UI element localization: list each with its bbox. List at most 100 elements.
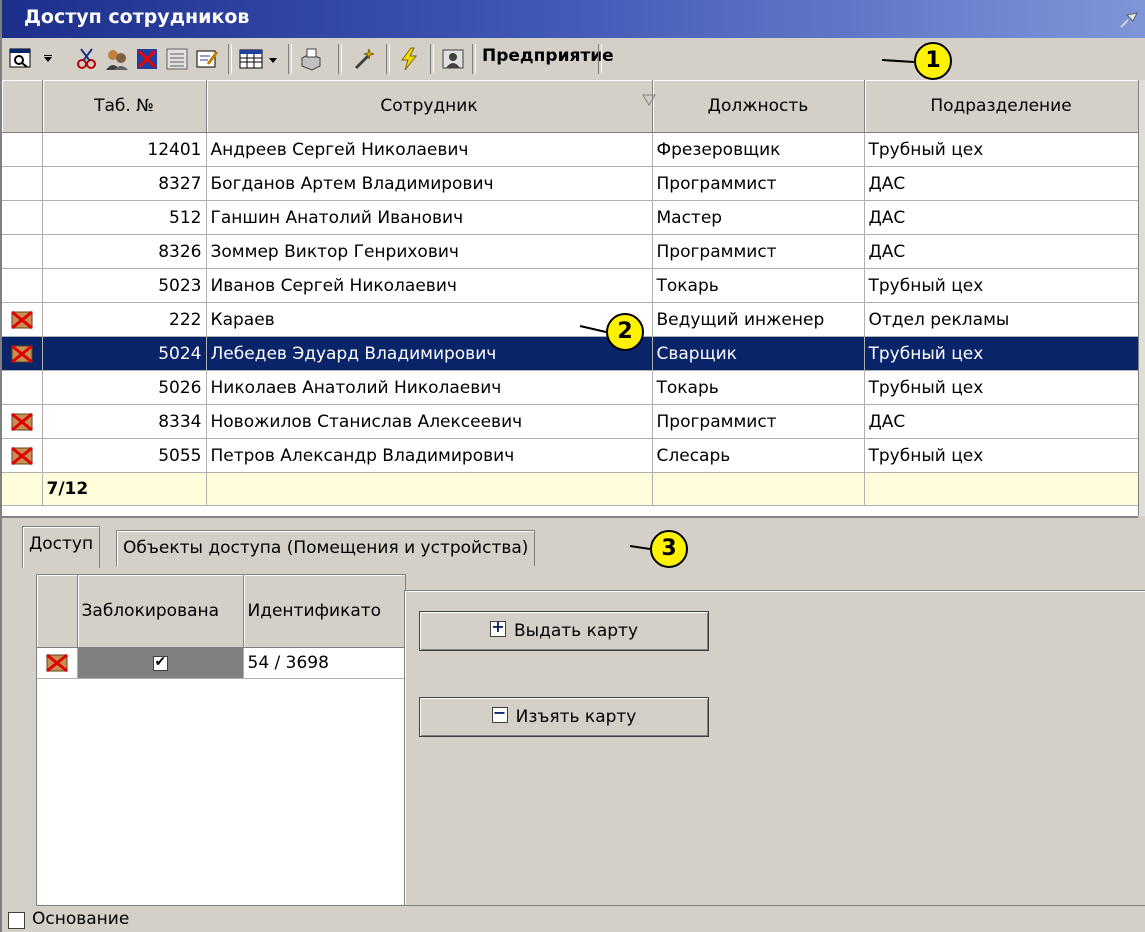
issue-card-label: Выдать карту xyxy=(513,621,639,641)
row-position: Программист xyxy=(652,234,865,269)
employee-row[interactable]: 5055 Петров Александр Владимирович Слесарь… xyxy=(2,438,1139,473)
delete-icon[interactable] xyxy=(134,46,160,72)
row-tab-number: 12401 xyxy=(42,132,207,167)
row-indicator xyxy=(2,166,43,201)
footer-cell xyxy=(206,472,653,506)
list-icon[interactable] xyxy=(164,46,190,72)
employee-row[interactable]: 5026 Николаев Анатолий Николаевич Токарь Тр… xyxy=(2,370,1139,405)
toolbar-separator xyxy=(288,44,292,74)
row-employee-name: Караев xyxy=(206,302,653,337)
row-indicator xyxy=(2,404,43,439)
row-employee-name: Петров Александр Владимирович xyxy=(206,438,653,473)
minus-icon: − xyxy=(491,703,508,723)
cards-indicator-header xyxy=(37,575,78,648)
column-blocked[interactable]: Заблокирована xyxy=(77,575,244,648)
employee-row[interactable]: 8327 Богданов Артем Владимирович Программи… xyxy=(2,166,1139,201)
card-blocked-cell: ✔ xyxy=(77,647,244,679)
callout-1: 1 xyxy=(914,42,952,80)
column-department[interactable]: Подразделение xyxy=(864,80,1139,133)
revoke-card-button[interactable]: − Изъять карту xyxy=(419,697,709,737)
row-position: Токарь xyxy=(652,268,865,303)
card-blocked-checkbox[interactable]: ✔ xyxy=(152,655,168,671)
dropdown-arrow-icon[interactable] xyxy=(40,46,56,72)
cut-employee-icon[interactable] xyxy=(74,46,100,72)
sort-down-icon[interactable] xyxy=(642,94,656,106)
employee-row[interactable]: 222 Караев Ведущий инженер Отдел рекламы xyxy=(2,302,1139,337)
row-department: Трубный цех xyxy=(864,336,1139,371)
row-indicator xyxy=(2,438,43,473)
row-employee-name: Андреев Сергей Николаевич xyxy=(206,132,653,167)
employee-row[interactable]: 5023 Иванов Сергей Николаевич Токарь Трубны… xyxy=(2,268,1139,303)
row-position: Программист xyxy=(652,404,865,439)
grid-scrollbar[interactable] xyxy=(1138,80,1145,516)
issue-card-button[interactable]: + Выдать карту xyxy=(419,611,709,651)
enterprise-icon[interactable] xyxy=(440,46,466,72)
row-indicator xyxy=(2,200,43,235)
grid-dropdown-icon[interactable] xyxy=(266,46,280,72)
row-position: Мастер xyxy=(652,200,865,235)
view-icon[interactable] xyxy=(8,46,34,72)
basis-row: Основание xyxy=(4,906,1145,932)
basis-checkbox[interactable] xyxy=(8,912,25,929)
edit-icon[interactable] xyxy=(194,46,220,72)
row-tab-number: 5055 xyxy=(42,438,207,473)
toolbar-separator xyxy=(430,44,434,74)
row-employee-name: Богданов Артем Владимирович xyxy=(206,166,653,201)
toolbar-separator xyxy=(386,44,390,74)
tab-access-objects[interactable]: Объекты доступа (Помещения и устройства) xyxy=(116,530,536,566)
employees-grid: Таб. № Сотрудник Должность Подразделение… xyxy=(2,80,1139,518)
row-tab-number: 8327 xyxy=(42,166,207,201)
revoke-card-label: Изъять карту xyxy=(515,707,637,727)
tab-access[interactable]: Доступ xyxy=(22,526,101,568)
enterprise-label[interactable]: Предприятие xyxy=(482,46,614,66)
pin-icon[interactable] xyxy=(1117,7,1141,31)
print-icon[interactable] xyxy=(298,46,324,72)
row-position: Токарь xyxy=(652,370,865,405)
card-identifier: 54 / 3698 xyxy=(243,647,406,679)
row-position: Фрезеровщик xyxy=(652,132,865,167)
row-indicator xyxy=(2,336,43,371)
app-window: Доступ сотрудников Предприятие Таб. № Со… xyxy=(0,0,1145,932)
row-department: Трубный цех xyxy=(864,268,1139,303)
row-indicator xyxy=(2,132,43,167)
employee-row[interactable]: 12401 Андреев Сергей Николаевич Фрезеровщи… xyxy=(2,132,1139,167)
row-position: Слесарь xyxy=(652,438,865,473)
row-tab-number: 5026 xyxy=(42,370,207,405)
toolbar-separator xyxy=(598,44,602,74)
window-title: Доступ сотрудников xyxy=(24,6,250,28)
row-employee-name: Зоммер Виктор Генрихович xyxy=(206,234,653,269)
row-department: ДАС xyxy=(864,404,1139,439)
employee-row[interactable]: 8326 Зоммер Виктор Генрихович Программист Д… xyxy=(2,234,1139,269)
column-employee[interactable]: Сотрудник xyxy=(206,80,653,133)
toolbar-separator xyxy=(228,44,232,74)
card-indicator xyxy=(37,647,78,679)
grid-view-icon[interactable] xyxy=(238,46,264,72)
blocked-employee-icon xyxy=(10,412,33,431)
plus-icon: + xyxy=(489,617,506,637)
wand-icon[interactable] xyxy=(352,46,378,72)
title-bar: Доступ сотрудников xyxy=(2,0,1145,38)
row-indicator xyxy=(2,370,43,405)
record-count: 7/12 xyxy=(42,472,207,506)
blocked-employee-icon xyxy=(10,446,33,465)
employee-row[interactable]: 5024 Лебедев Эдуард Владимирович Сварщик Тр… xyxy=(2,336,1139,371)
grid-footer: 7/12 xyxy=(2,472,1139,506)
employee-row[interactable]: 512 Ганшин Анатолий Иванович Мастер ДАС xyxy=(2,200,1139,235)
row-tab-number: 222 xyxy=(42,302,207,337)
basis-label: Основание xyxy=(32,909,130,929)
employees-icon[interactable] xyxy=(104,46,130,72)
detail-tabs: Доступ Объекты доступа (Помещения и устр… xyxy=(2,518,1145,568)
column-identifier[interactable]: Идентификато xyxy=(243,575,406,648)
employee-row[interactable]: 8334 Новожилов Станислав Алексеевич Програ… xyxy=(2,404,1139,439)
row-tab-number: 5023 xyxy=(42,268,207,303)
row-indicator xyxy=(2,268,43,303)
row-position: Ведущий инженер xyxy=(652,302,865,337)
card-row[interactable]: ✔ 54 / 3698 xyxy=(37,647,406,679)
column-tab-number[interactable]: Таб. № xyxy=(42,80,207,133)
row-employee-name: Лебедев Эдуард Владимирович xyxy=(206,336,653,371)
row-department: Трубный цех xyxy=(864,438,1139,473)
footer-cell xyxy=(652,472,865,506)
lightning-icon[interactable] xyxy=(396,46,422,72)
column-position[interactable]: Должность xyxy=(652,80,865,133)
row-department: Трубный цех xyxy=(864,370,1139,405)
